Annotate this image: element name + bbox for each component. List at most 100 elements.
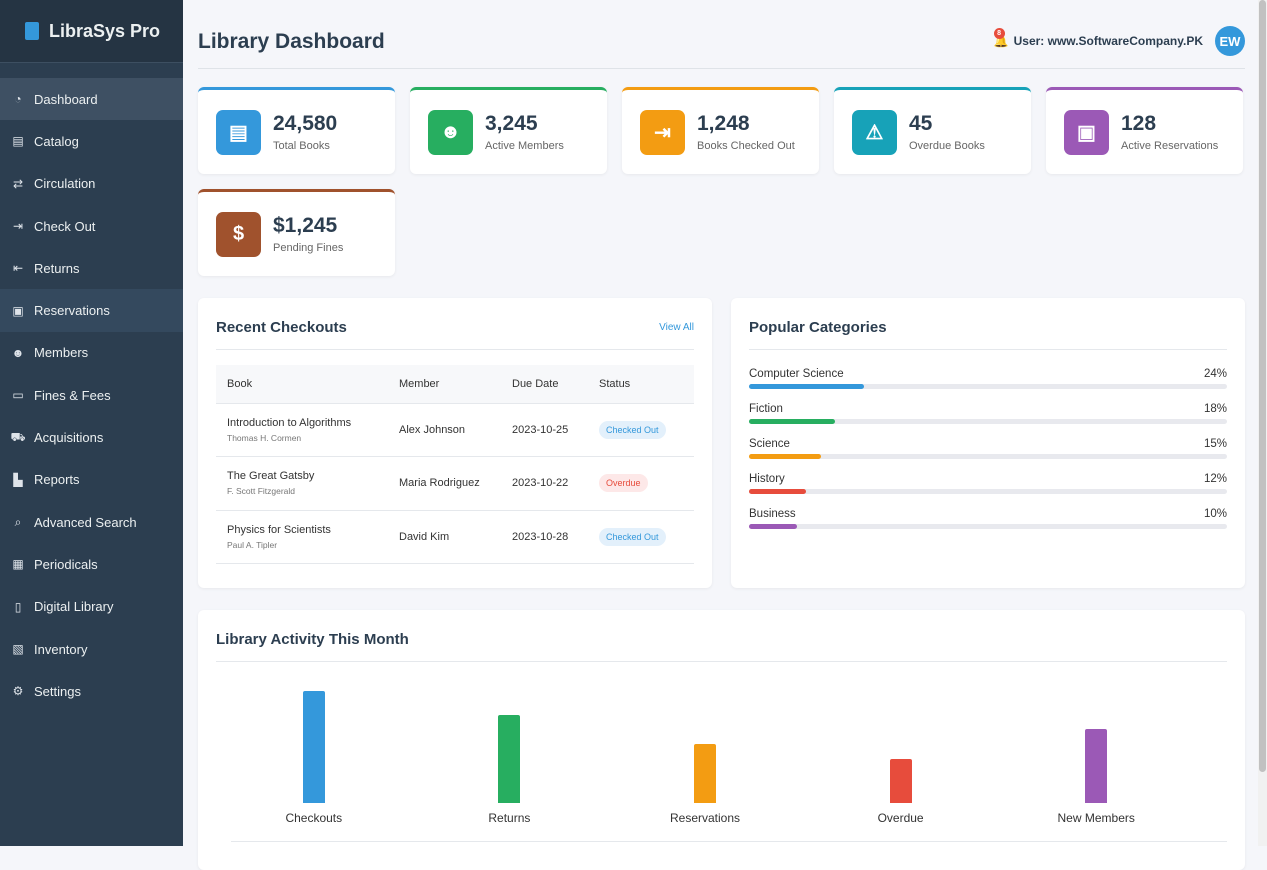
- category-name: Science: [749, 438, 790, 450]
- bell-icon[interactable]: 🔔8: [994, 34, 1006, 48]
- sidebar-item-fines-fees[interactable]: ▭Fines & Fees: [0, 374, 183, 416]
- category-progress-track: [749, 419, 1227, 424]
- book-title: The Great Gatsby: [227, 470, 388, 482]
- active-members-icon: ☻: [428, 110, 473, 155]
- category-percent: 18%: [1204, 403, 1227, 415]
- sidebar-item-inventory[interactable]: ▧Inventory: [0, 628, 183, 670]
- scrollbar[interactable]: [1258, 0, 1267, 846]
- stat-card-active-members[interactable]: ☻ 3,245 Active Members: [410, 87, 607, 174]
- user-label: User: www.SoftwareCompany.PK: [1014, 34, 1203, 48]
- category-name: Fiction: [749, 403, 783, 415]
- bar-label-new-members: New Members: [1058, 811, 1135, 825]
- header: Library Dashboard 🔔8 User: www.SoftwareC…: [198, 0, 1245, 69]
- brand[interactable]: LibraSys Pro: [0, 0, 183, 63]
- avatar[interactable]: EW: [1215, 26, 1245, 56]
- stat-label: Pending Fines: [273, 242, 343, 254]
- category-fiction: Fiction 18%: [749, 403, 1227, 424]
- sidebar-item-periodicals[interactable]: ▦Periodicals: [0, 543, 183, 585]
- sidebar-item-digital-library[interactable]: ▯ Digital Library: [0, 586, 183, 628]
- bar-returns[interactable]: [498, 715, 520, 803]
- book-title: Physics for Scientists: [227, 524, 388, 536]
- table-row[interactable]: The Great Gatsby F. Scott FitzgeraldMaria…: [216, 457, 694, 511]
- stat-card-active-reservations[interactable]: ▣128Active Reservations: [1046, 87, 1243, 174]
- stats-grid: ▤24,580Total Books☻3,245Active Members⇥1…: [198, 87, 1245, 276]
- stat-card-overdue-books[interactable]: ⚠45Overdue Books: [834, 87, 1031, 174]
- table-row[interactable]: Introduction to AlgorithmsThomas H. Corm…: [216, 403, 694, 457]
- digital-library-icon: ▯: [10, 600, 26, 614]
- column-header: Status: [588, 365, 694, 403]
- sidebar-nav: ◔Dashboard ▤ Catalog ⇄ Circulation ⇥Check Out…: [0, 78, 183, 712]
- stat-label: Active Members: [485, 140, 564, 152]
- scrollbar-thumb[interactable]: [1259, 0, 1266, 772]
- sidebar-item-returns[interactable]: ⇤Returns: [0, 247, 183, 289]
- sidebar-item-settings[interactable]: ⚙Settings: [0, 670, 183, 712]
- bar-checkouts[interactable]: [303, 691, 325, 803]
- stat-card-pending-fines[interactable]: $ $1,245 Pending Fines: [198, 189, 395, 276]
- status-badge: Overdue: [599, 474, 648, 492]
- pending-fines-icon: $: [216, 212, 261, 257]
- table-row[interactable]: Physics for ScientistsPaul A. TiplerDavi…: [216, 510, 694, 564]
- column-header: Book: [216, 365, 388, 403]
- book-author: F. Scott Fitzgerald: [227, 486, 388, 496]
- sidebar-item-check-out[interactable]: ⇥Check Out: [0, 205, 183, 247]
- bar-label-reservations: Reservations: [670, 811, 740, 825]
- main: Library Dashboard 🔔8 User: www.SoftwareC…: [198, 0, 1245, 870]
- category-business: Business 10%: [749, 508, 1227, 529]
- category-percent: 15%: [1204, 438, 1227, 450]
- sidebar-item-dashboard[interactable]: ◔Dashboard: [0, 78, 183, 120]
- category-name: Business: [749, 508, 796, 520]
- category-progress-fill: [749, 384, 864, 389]
- category-progress-fill: [749, 524, 797, 529]
- category-name: Computer Science: [749, 368, 844, 380]
- chart-title: Library Activity This Month: [216, 631, 409, 648]
- sidebar-item-catalog[interactable]: ▤ Catalog: [0, 120, 183, 162]
- due-date: 2023-10-22: [501, 457, 588, 511]
- category-progress-track: [749, 384, 1227, 389]
- catalog-icon: ▤: [10, 134, 26, 148]
- category-history: History12%: [749, 473, 1227, 494]
- recent-checkouts-card: Recent CheckoutsView All BookMemberDue D…: [198, 298, 712, 588]
- category-computer-science: Computer Science 24%: [749, 368, 1227, 389]
- sidebar-item-reservations[interactable]: ▣ Reservations: [0, 289, 183, 331]
- stat-value: $1,245: [273, 214, 343, 238]
- member-name: Maria Rodriguez: [388, 457, 501, 511]
- sidebar-item-circulation[interactable]: ⇄ Circulation: [0, 163, 183, 205]
- reservations-icon: ▣: [10, 304, 26, 318]
- category-percent: 24%: [1204, 368, 1227, 380]
- fines-fees-icon: ▭: [10, 388, 26, 402]
- inventory-icon: ▧: [10, 642, 26, 656]
- book-title: Introduction to Algorithms: [227, 417, 388, 429]
- total-books-icon: ▤: [216, 110, 261, 155]
- settings-icon: ⚙: [10, 684, 26, 698]
- category-progress-track: [749, 524, 1227, 529]
- bar-reservations[interactable]: [694, 744, 716, 803]
- sidebar-item-reports[interactable]: ▙Reports: [0, 459, 183, 501]
- category-percent: 10%: [1204, 508, 1227, 520]
- popular-categories-card: Popular Categories Computer Science24%Fi…: [731, 298, 1245, 588]
- sidebar-item-advanced-search[interactable]: ⌕Advanced Search: [0, 501, 183, 543]
- bar-overdue[interactable]: [890, 759, 912, 803]
- sidebar-item-label: Catalog: [34, 134, 79, 149]
- stat-card-books-checked-out[interactable]: ⇥1,248Books Checked Out: [622, 87, 819, 174]
- view-all-link[interactable]: View All: [659, 322, 694, 333]
- sidebar-item-label: Check Out: [34, 219, 95, 234]
- sidebar-item-label: Reservations: [34, 303, 110, 318]
- sidebar-item-label: Advanced Search: [34, 515, 137, 530]
- sidebar-item-label: Digital Library: [34, 599, 113, 614]
- user-area: 🔔8 User: www.SoftwareCompany.PK EW: [994, 26, 1245, 56]
- circulation-icon: ⇄: [10, 177, 26, 191]
- due-date: 2023-10-25: [501, 403, 588, 457]
- bar-label-returns: Returns: [488, 811, 530, 825]
- bar-new-members[interactable]: [1085, 729, 1107, 803]
- sidebar-item-acquisitions[interactable]: ⛟Acquisitions: [0, 416, 183, 458]
- bar-label-overdue: Overdue: [878, 811, 924, 825]
- status-badge: Checked Out: [599, 421, 666, 439]
- stat-label: Active Reservations: [1121, 140, 1218, 152]
- stat-value: 24,580: [273, 112, 337, 136]
- sidebar-item-label: Circulation: [34, 176, 95, 191]
- stat-value: 3,245: [485, 112, 564, 136]
- sidebar-item-label: Returns: [34, 261, 80, 276]
- stat-card-total-books[interactable]: ▤24,580Total Books: [198, 87, 395, 174]
- sidebar-item-members[interactable]: ☻Members: [0, 332, 183, 374]
- due-date: 2023-10-28: [501, 510, 588, 564]
